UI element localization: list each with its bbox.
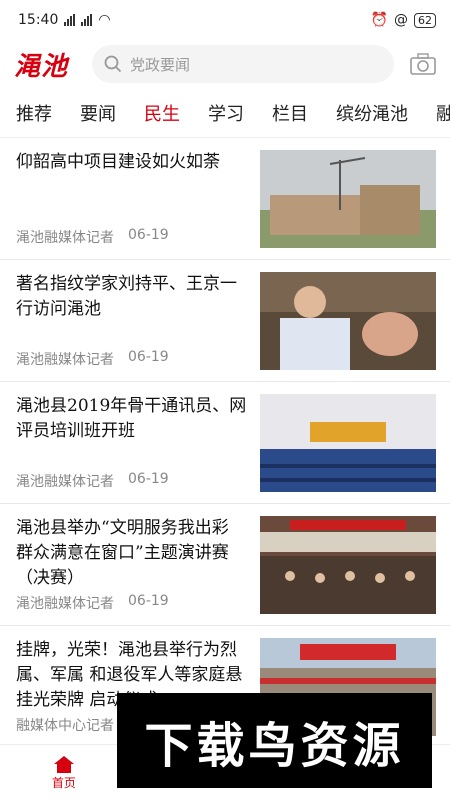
news-title: 著名指纹学家刘持平、王京一行访问渑池	[16, 274, 237, 319]
news-item[interactable]: 仰韶高中项目建设如火如荼 渑池融媒体记者 06-19	[0, 138, 450, 260]
news-source: 融媒体中心记者	[16, 718, 114, 734]
news-item[interactable]: 渑池县举办“文明服务我出彩 群众满意在窗口”主题演讲赛（决赛） 渑池融媒体记者 0…	[0, 504, 450, 626]
watermark-overlay: 下载鸟资源	[117, 693, 432, 788]
news-thumbnail	[260, 272, 436, 370]
news-source: 渑池融媒体记者	[16, 596, 114, 612]
news-date: 06-19	[128, 471, 169, 487]
nav-home[interactable]: 首页	[52, 754, 76, 791]
search-icon	[104, 55, 122, 73]
app-header: 渑池 党政要闻	[0, 40, 450, 88]
news-thumbnail	[260, 516, 436, 614]
tab-columns[interactable]: 栏目	[272, 100, 308, 126]
nav-home-label: 首页	[51, 776, 76, 790]
camera-icon[interactable]	[410, 53, 436, 75]
tab-study[interactable]: 学习	[208, 100, 244, 126]
search-placeholder: 党政要闻	[130, 55, 191, 74]
search-bar[interactable]: 党政要闻	[92, 45, 394, 83]
home-icon	[53, 756, 74, 773]
news-date: 06-19	[128, 593, 169, 609]
status-time: 15:40	[18, 12, 59, 28]
news-date: 06-19	[128, 227, 169, 243]
tab-recommend[interactable]: 推荐	[16, 100, 52, 126]
tab-media[interactable]: 融	[436, 100, 450, 126]
alarm-icon: ⏰	[370, 12, 388, 28]
news-thumbnail	[260, 150, 436, 248]
category-tabs: 推荐 要闻 民生 学习 栏目 缤纷渑池 融	[0, 88, 450, 138]
signal-icon	[64, 14, 76, 26]
news-list: 仰韶高中项目建设如火如荼 渑池融媒体记者 06-19 著名指纹学家刘持平、王京一行…	[0, 138, 450, 748]
tab-news[interactable]: 要闻	[80, 100, 116, 126]
wifi-icon: ◠	[98, 12, 111, 28]
nfc-icon: @	[394, 12, 408, 28]
news-source: 渑池融媒体记者	[16, 352, 114, 368]
signal-icon-2	[81, 14, 93, 26]
news-source: 渑池融媒体记者	[16, 474, 114, 490]
news-title: 渑池县举办“文明服务我出彩 群众满意在窗口”主题演讲赛（决赛）	[16, 518, 229, 588]
app-logo: 渑池	[14, 51, 69, 82]
status-bar: 15:40 ◠ ⏰ @ 62	[0, 0, 450, 40]
battery-icon: 62	[414, 12, 436, 28]
news-title: 仰韶高中项目建设如火如荼	[16, 152, 220, 172]
news-title: 渑池县2019年骨干通讯员、网评员培训班开班	[16, 396, 247, 441]
tab-livelihood[interactable]: 民生	[144, 100, 180, 126]
news-source: 渑池融媒体记者	[16, 230, 114, 246]
news-item[interactable]: 渑池县2019年骨干通讯员、网评员培训班开班 渑池融媒体记者 06-19	[0, 382, 450, 504]
news-item[interactable]: 著名指纹学家刘持平、王京一行访问渑池 渑池融媒体记者 06-19	[0, 260, 450, 382]
tab-colorful-mianchi[interactable]: 缤纷渑池	[336, 100, 408, 126]
news-date: 06-19	[128, 349, 169, 365]
news-thumbnail	[260, 394, 436, 492]
